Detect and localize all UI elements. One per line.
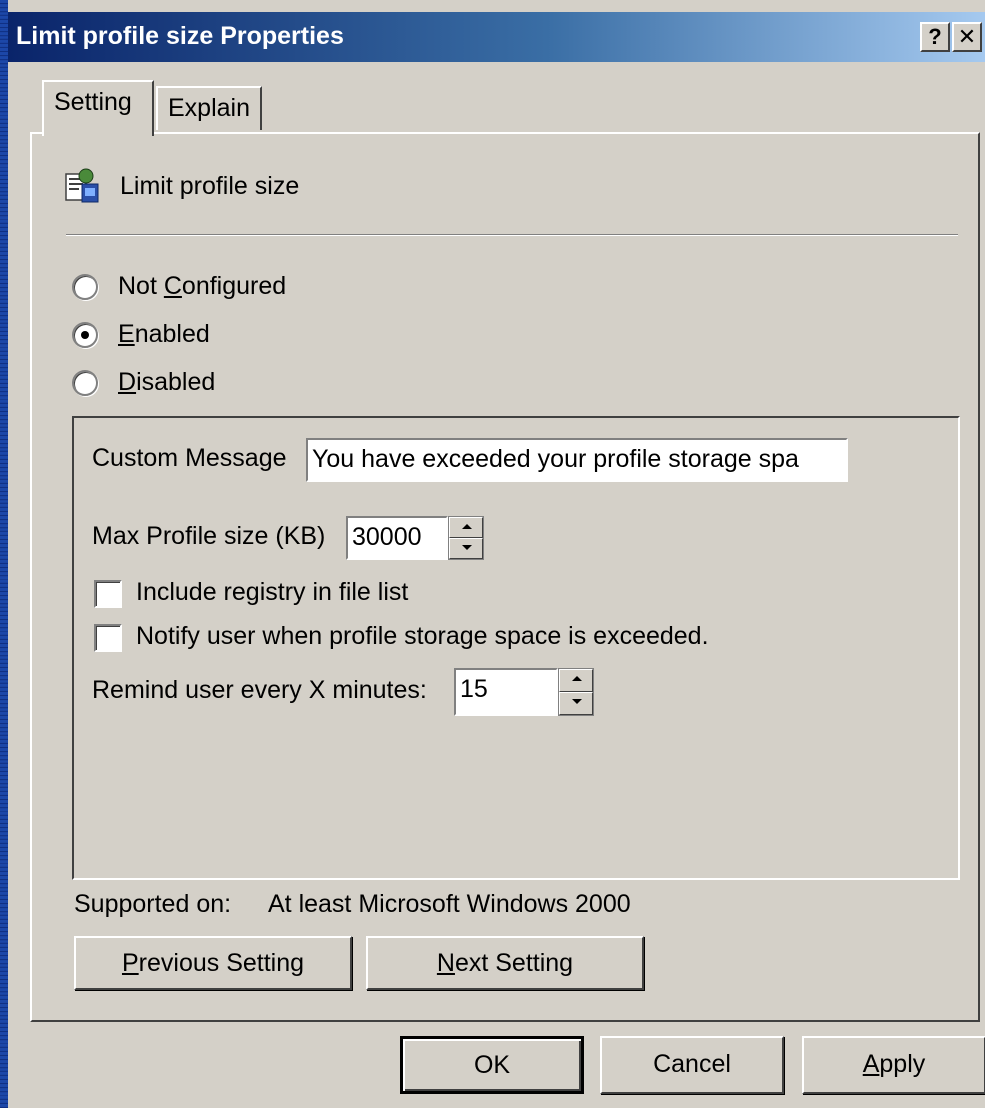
spin-up-icon[interactable] <box>559 669 593 692</box>
custom-message-field[interactable]: You have exceeded your profile storage s… <box>306 438 848 482</box>
include-registry-label: Include registry in file list <box>136 578 409 606</box>
group-policy-icon <box>65 168 99 203</box>
remind-minutes-field[interactable]: 15 <box>454 668 558 716</box>
custom-message-label: Custom Message <box>92 444 287 472</box>
help-button[interactable]: ? <box>920 22 950 52</box>
remind-user-label: Remind user every X minutes: <box>92 676 427 704</box>
notify-user-checkbox[interactable] <box>94 624 122 652</box>
apply-button[interactable]: Apply <box>802 1036 985 1094</box>
tab-explain[interactable]: Explain <box>156 86 262 130</box>
next-setting-button[interactable]: Next Setting <box>366 936 644 990</box>
tab-setting[interactable]: Setting <box>42 80 154 136</box>
radio-circle[interactable] <box>72 370 98 396</box>
include-registry-checkbox[interactable] <box>94 580 122 608</box>
remind-minutes-stepper[interactable] <box>558 668 594 716</box>
spin-up-icon[interactable] <box>449 517 483 538</box>
window-title: Limit profile size Properties <box>16 22 344 50</box>
notify-user-label: Notify user when profile storage space i… <box>136 622 709 650</box>
radio-label-disabled: Disabled <box>118 368 216 396</box>
title-bar[interactable]: Limit profile size Properties ? ✕ <box>8 12 985 62</box>
radio-label-enabled: Enabled <box>118 320 210 348</box>
ok-button[interactable]: OK <box>400 1036 584 1094</box>
max-profile-size-field[interactable]: 30000 <box>346 516 448 560</box>
radio-selected-dot <box>81 331 89 339</box>
max-profile-size-stepper[interactable] <box>448 516 484 560</box>
supported-on-label: Supported on: <box>74 890 232 918</box>
radio-label-not-configured: Not Configured <box>118 272 287 300</box>
radio-circle[interactable] <box>72 274 98 300</box>
cancel-button[interactable]: Cancel <box>600 1036 784 1094</box>
properties-dialog: Limit profile size Properties ? ✕ Explai… <box>8 0 985 1108</box>
supported-on-value: At least Microsoft Windows 2000 <box>268 890 631 918</box>
spin-down-icon[interactable] <box>449 538 483 559</box>
policy-title: Limit profile size <box>120 172 300 200</box>
separator <box>66 234 958 236</box>
previous-setting-button[interactable]: Previous Setting <box>74 936 352 990</box>
max-profile-size-label: Max Profile size (KB) <box>92 522 326 550</box>
spin-down-icon[interactable] <box>559 692 593 715</box>
close-button[interactable]: ✕ <box>952 22 982 52</box>
radio-circle[interactable] <box>72 322 98 348</box>
